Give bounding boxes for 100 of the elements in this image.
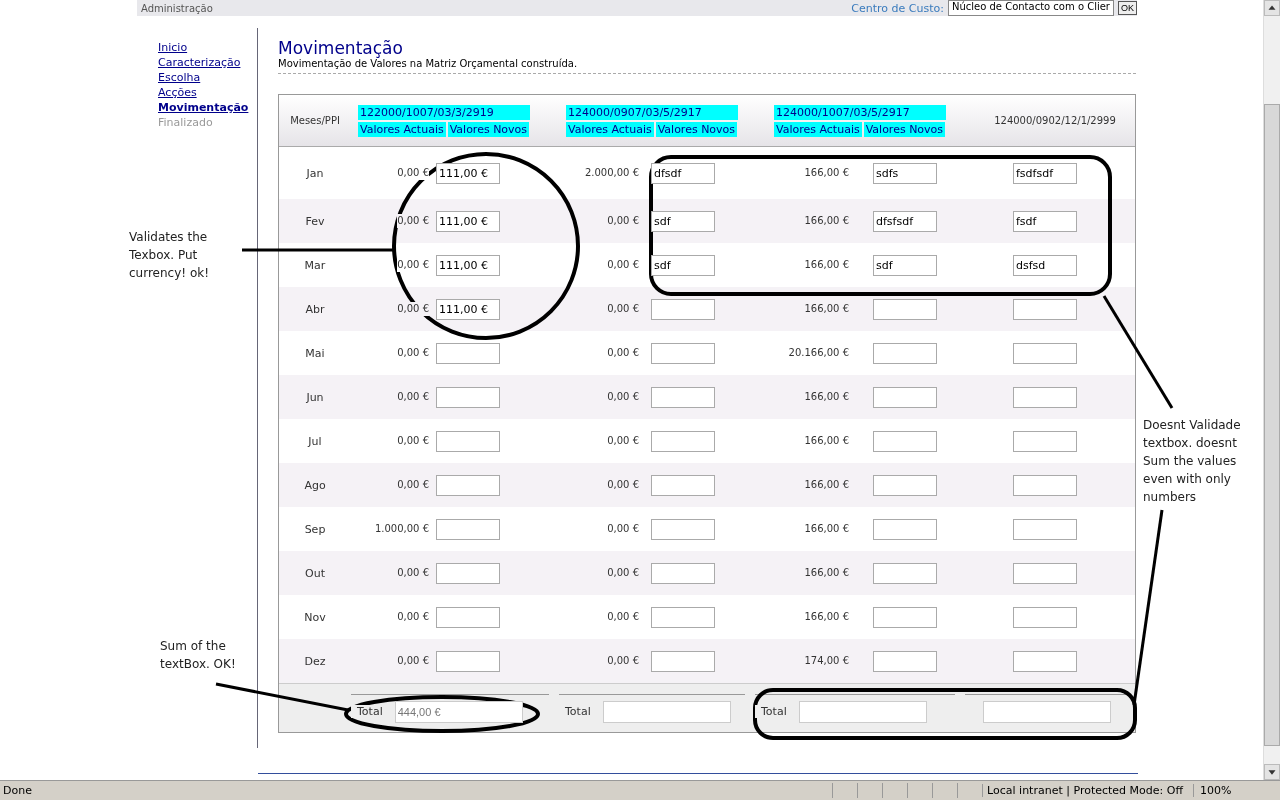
input-field[interactable] <box>1013 606 1077 628</box>
input-field[interactable] <box>436 606 500 628</box>
input-field[interactable] <box>1013 386 1077 408</box>
month-cell: Jan <box>304 166 326 180</box>
table-cell: 174,00 € <box>804 654 849 668</box>
nav-link[interactable]: Caracterização <box>158 55 257 70</box>
input-field[interactable] <box>651 518 715 540</box>
table-cell: 166,00 € <box>804 258 849 272</box>
input-field[interactable]: dfsdf <box>651 162 715 184</box>
table-cell: 0,00 € <box>397 302 429 316</box>
table-cell: 0,00 € <box>607 390 639 404</box>
input-field[interactable] <box>651 474 715 496</box>
total-field[interactable]: 444,00 € <box>394 700 523 723</box>
header-cell: 122000/1007/03/3/2919 <box>358 104 530 120</box>
table-cell: 166,00 € <box>804 522 849 536</box>
scroll-up-icon[interactable] <box>1264 0 1280 16</box>
input-field[interactable] <box>436 342 500 364</box>
month-cell: Nov <box>302 610 328 624</box>
month-cell: Mai <box>303 346 327 360</box>
input-field[interactable] <box>651 298 715 320</box>
table-cell: 2.000,00 € <box>584 166 639 180</box>
input-field[interactable] <box>1013 562 1077 584</box>
table-cell: 166,00 € <box>804 166 849 180</box>
table-cell: 166,00 € <box>804 390 849 404</box>
scrollbar[interactable] <box>1263 0 1280 780</box>
table-cell: 20.166,00 € <box>788 346 849 360</box>
input-field[interactable]: 111,00 € <box>436 162 500 184</box>
nav-link[interactable]: Inicio <box>158 40 257 55</box>
table-cell: 0,00 € <box>397 478 429 492</box>
input-field[interactable] <box>436 430 500 452</box>
input-field[interactable] <box>873 298 937 320</box>
table-cell: 0,00 € <box>607 478 639 492</box>
input-field[interactable] <box>1013 518 1077 540</box>
input-field[interactable] <box>873 474 937 496</box>
table-cell: 0,00 € <box>397 654 429 668</box>
input-field[interactable] <box>1013 650 1077 672</box>
input-field[interactable] <box>651 650 715 672</box>
input-field[interactable]: sdf <box>873 254 937 276</box>
total-field[interactable] <box>602 700 731 723</box>
table-cell: 0,00 € <box>397 258 429 272</box>
header-cell: Valores Actuais <box>774 121 862 137</box>
nav-link[interactable]: Escolha <box>158 70 257 85</box>
ok-button[interactable]: OK <box>1118 1 1137 15</box>
input-field[interactable] <box>1013 430 1077 452</box>
month-cell: Jul <box>306 434 324 448</box>
annotation-note: Validates the Texbox. Put currency! ok! <box>129 229 210 282</box>
input-field[interactable]: dfsfsdf <box>873 210 937 232</box>
table-cell: 0,00 € <box>607 610 639 624</box>
input-field[interactable] <box>873 430 937 452</box>
table-cell: 0,00 € <box>607 654 639 668</box>
header-cell: 124000/0907/03/5/2917 <box>566 104 738 120</box>
input-field[interactable] <box>436 562 500 584</box>
header-cell: Valores Actuais <box>358 121 446 137</box>
header-cell: Valores Novos <box>655 121 738 137</box>
input-field[interactable]: sdfs <box>873 162 937 184</box>
nav-link[interactable]: Movimentação <box>158 100 257 115</box>
input-field[interactable]: sdf <box>651 254 715 276</box>
input-field[interactable]: dsfsd <box>1013 254 1077 276</box>
input-field[interactable] <box>873 606 937 628</box>
table-cell: 0,00 € <box>607 522 639 536</box>
input-field[interactable] <box>873 562 937 584</box>
input-field[interactable] <box>1013 474 1077 496</box>
input-field[interactable] <box>436 474 500 496</box>
total-field[interactable] <box>798 700 927 723</box>
table-cell: 0,00 € <box>397 346 429 360</box>
header-cell: Valores Novos <box>863 121 946 137</box>
input-field[interactable] <box>651 386 715 408</box>
input-field[interactable] <box>436 518 500 540</box>
month-cell: Jun <box>304 390 326 404</box>
input-field[interactable] <box>1013 342 1077 364</box>
input-field[interactable]: fsdf <box>1013 210 1077 232</box>
input-field[interactable] <box>651 562 715 584</box>
total-field[interactable] <box>983 700 1111 723</box>
input-field[interactable] <box>873 386 937 408</box>
input-field[interactable]: 111,00 € <box>436 254 500 276</box>
input-field[interactable]: sdf <box>651 210 715 232</box>
input-field[interactable] <box>873 342 937 364</box>
month-cell: Sep <box>302 522 328 536</box>
input-field[interactable] <box>873 518 937 540</box>
input-field[interactable] <box>651 430 715 452</box>
input-field[interactable] <box>651 342 715 364</box>
input-field[interactable] <box>436 386 500 408</box>
input-field[interactable] <box>436 650 500 672</box>
input-field[interactable] <box>873 650 937 672</box>
input-field[interactable]: 111,00 € <box>436 210 500 232</box>
status-text: Done <box>2 784 33 797</box>
input-field[interactable]: fsdfsdf <box>1013 162 1077 184</box>
table-cell: 166,00 € <box>804 302 849 316</box>
scroll-down-icon[interactable] <box>1264 764 1280 780</box>
input-field[interactable] <box>651 606 715 628</box>
table-cell: 166,00 € <box>804 214 849 228</box>
table-cell: 166,00 € <box>804 434 849 448</box>
cost-center-dropdown[interactable]: Núcleo de Contacto com o Clier <box>947 0 1114 16</box>
zoom-level[interactable]: 100% <box>1193 784 1280 797</box>
table-cell: 0,00 € <box>397 434 429 448</box>
top-bar-text: Administração <box>140 2 213 14</box>
table-cell: 0,00 € <box>397 566 429 580</box>
nav-link[interactable]: Acções <box>158 85 257 100</box>
input-field[interactable] <box>1013 298 1077 320</box>
input-field[interactable]: 111,00 € <box>436 298 500 320</box>
